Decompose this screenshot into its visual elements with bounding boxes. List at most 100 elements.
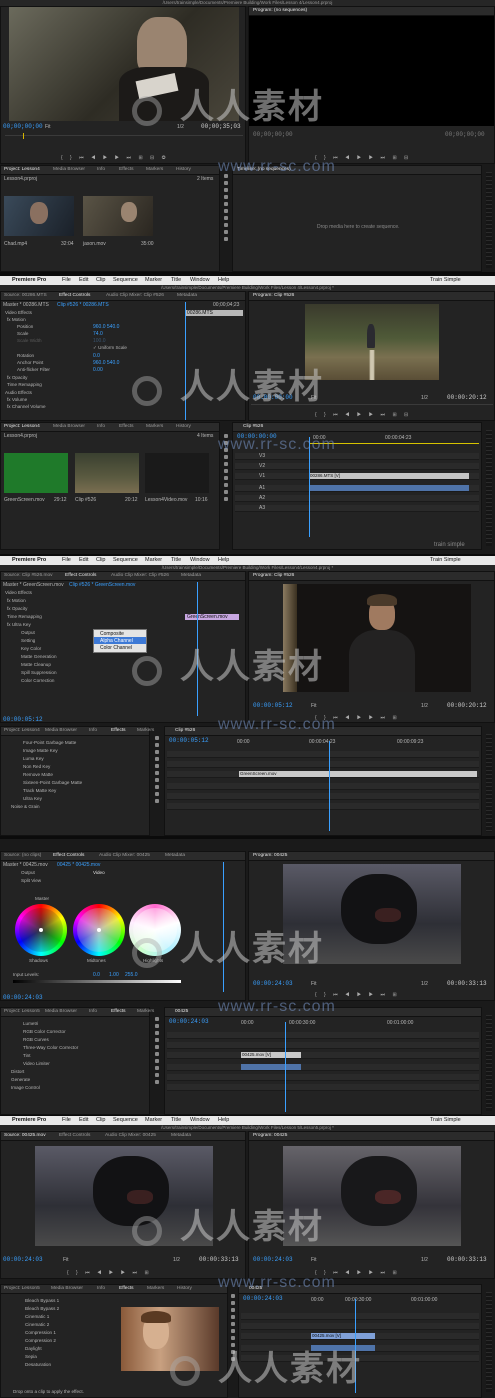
workspace-label[interactable]: Train Simple [430,276,461,285]
tab-history[interactable]: History [176,166,191,174]
effect-item[interactable]: Remove Matte [23,772,53,778]
ec-row-matte-generation[interactable]: Matte Generation [21,654,57,660]
effect-folder[interactable]: Distort [11,1069,24,1075]
timeline-playhead[interactable] [355,1299,356,1393]
thumb-jason[interactable] [83,196,153,236]
output-value[interactable]: Video [93,870,105,876]
ec-row-spill[interactable]: Spill Suppression [21,670,57,676]
input-levels-slider[interactable] [13,980,181,983]
ec-row-volume[interactable]: fx Volume [7,397,27,403]
ec-row-opacity[interactable]: fx Opacity [7,606,27,612]
source-fit-dropdown[interactable]: Fit [63,1257,69,1263]
program-transport-controls[interactable]: { } ⏮ ◀ ▶ ▶ ⏭ ⊞ [315,1270,400,1276]
effect-item[interactable]: Image Matte Key [23,748,58,754]
effect-item[interactable]: Video Limiter [23,1061,50,1067]
effect-item[interactable]: Bleach Bypass 2 [25,1306,59,1312]
tab-project[interactable]: Project: Lesson4 [4,166,40,174]
midtones-wheel[interactable] [73,904,125,956]
thumb-chad[interactable] [4,196,74,236]
tab-media-browser[interactable]: Media Browser [45,727,77,735]
program-resolution-dropdown[interactable]: 1/2 [421,395,428,401]
menu-file[interactable]: File [62,276,71,285]
effect-item[interactable]: RGB Curves [23,1037,49,1043]
ec-sequence-clip[interactable]: Clip #526 * 00286.MTS [57,302,109,308]
timeline-playhead[interactable] [309,437,310,537]
track-v2[interactable] [167,1042,479,1049]
program-transport-controls[interactable]: { } ⏮ ◀ ▶ ▶ ⏭ ⊞ [315,992,400,998]
program-video[interactable] [305,304,439,380]
ec-master-clip[interactable]: Master * GreenScreen.mov [3,582,64,588]
timeline-tab[interactable]: Clip #526 [243,423,263,431]
ec-row-matte-cleanup[interactable]: Matte Cleanup [21,662,51,668]
program-transport-controls[interactable]: { } ⏮ ◀ ▶ ▶ ⏭ ⊞ [315,715,400,721]
tab-audio-clip-mixer[interactable]: Audio Clip Mixer: Clip #526 [106,292,164,300]
program-resolution-dropdown[interactable]: 1/2 [421,703,428,709]
effect-item[interactable]: Luma Key [23,756,44,762]
ec-sequence-clip[interactable]: 00425 * 00425.mov [57,862,100,868]
timeline-clip-video[interactable]: 00425.mov [V] [311,1333,375,1339]
tab-source[interactable]: Source: Clip #526.mov [4,572,53,580]
source-transport-controls[interactable]: { } ⏮ ◀ ▶ ▶ ⏭ ⊞ [67,1270,152,1276]
program-tab[interactable]: Program: Clip #526 [253,292,294,300]
program-transport-controls[interactable]: { } ⏮ ◀ ▶ ▶ ⏭ ⊞ ⊟ [315,412,411,418]
tab-metadata[interactable]: Metadata [177,292,197,300]
ec-master-clip[interactable]: Master * 00425.mov [3,862,48,868]
program-resolution-dropdown[interactable]: 1/2 [421,981,428,987]
menu-marker[interactable]: Marker [145,1116,162,1125]
program-tab[interactable]: Program: (no sequences) [253,7,307,15]
effect-item-ultra-key[interactable]: Ultra Key [23,796,42,802]
thumb-greenscreen[interactable] [4,453,68,493]
program-video[interactable] [283,864,461,964]
menu-window[interactable]: Window [190,276,210,285]
track-v3[interactable]: V3 [235,453,479,460]
effect-item[interactable]: Non Red Key [23,764,50,770]
program-tab[interactable]: Program: Clip #526 [253,572,294,580]
tab-effect-controls[interactable]: Effect Controls [53,852,84,860]
track-a2[interactable] [241,1355,479,1362]
menu-help[interactable]: Help [218,556,229,565]
input-level-white[interactable]: 255.0 [125,972,138,978]
tab-effects[interactable]: Effects [111,1008,126,1016]
ec-sequence-clip[interactable]: Clip #526 * GreenScreen.mov [69,582,135,588]
tab-project[interactable]: Project: Lesson4 [4,423,40,431]
effect-folder[interactable]: Image Control [11,1085,40,1091]
effect-item[interactable]: Bleach Bypass 1 [25,1298,59,1304]
menu-clip[interactable]: Clip [96,1116,105,1125]
tab-markers[interactable]: Markers [146,166,163,174]
effect-item[interactable]: Cinematic 1 [25,1314,49,1320]
program-resolution-dropdown[interactable]: 1/2 [421,1257,428,1263]
tab-markers[interactable]: Markers [137,1008,154,1016]
track-v3[interactable] [241,1313,479,1320]
tab-media-browser[interactable]: Media Browser [53,423,85,431]
tab-info[interactable]: Info [97,1285,105,1293]
tab-markers[interactable]: Markers [146,423,163,431]
program-tab[interactable]: Program: 00425 [253,1132,287,1140]
menu-edit[interactable]: Edit [79,556,88,565]
timeline-clip-video[interactable]: GreenScreen.mov [239,771,477,777]
menu-file[interactable]: File [62,1116,71,1125]
timeline-clip-video[interactable]: 00425.mov [V] [241,1052,301,1058]
tab-effects[interactable]: Effects [119,1285,134,1293]
program-fit-dropdown[interactable]: Fit [311,981,317,987]
track-a3[interactable] [167,1084,479,1091]
workspace-label[interactable]: Train Simple [430,556,461,565]
input-level-gamma[interactable]: 1.00 [109,972,119,978]
tools-panel[interactable] [223,172,229,244]
ec-row-motion[interactable]: fx Motion [7,317,26,323]
tab-effects[interactable]: Effects [111,727,126,735]
tab-audio-clip-mixer[interactable]: Audio Clip Mixer: 00425 [105,1132,156,1140]
menu-marker[interactable]: Marker [145,556,162,565]
tab-metadata[interactable]: Metadata [181,572,201,580]
ec-row-split-view[interactable]: Split View [21,878,41,884]
program-fit-dropdown[interactable]: Fit [311,1257,317,1263]
menu-title[interactable]: Title [171,556,181,565]
track-a2[interactable]: A2 [235,495,479,502]
tab-info[interactable]: Info [97,423,105,431]
timeline-playhead[interactable] [285,1022,286,1112]
ec-row-ultra-key[interactable]: fx Ultra Key [7,622,31,628]
menu-clip[interactable]: Clip [96,556,105,565]
timeline-tab[interactable]: Clip #526 [175,727,195,735]
input-level-black[interactable]: 0.0 [93,972,100,978]
track-a1[interactable] [167,783,479,790]
program-fit-dropdown[interactable]: Fit [311,395,317,401]
